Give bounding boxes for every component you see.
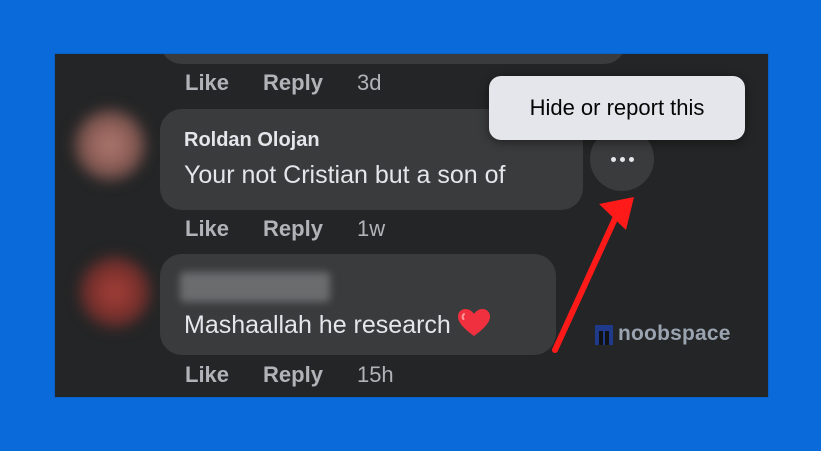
comments-panel: Like Reply 3d Roldan Olojan Your not Cri…: [55, 54, 768, 397]
arrow-shaft: [552, 207, 622, 353]
annotation-arrow: [552, 197, 634, 353]
